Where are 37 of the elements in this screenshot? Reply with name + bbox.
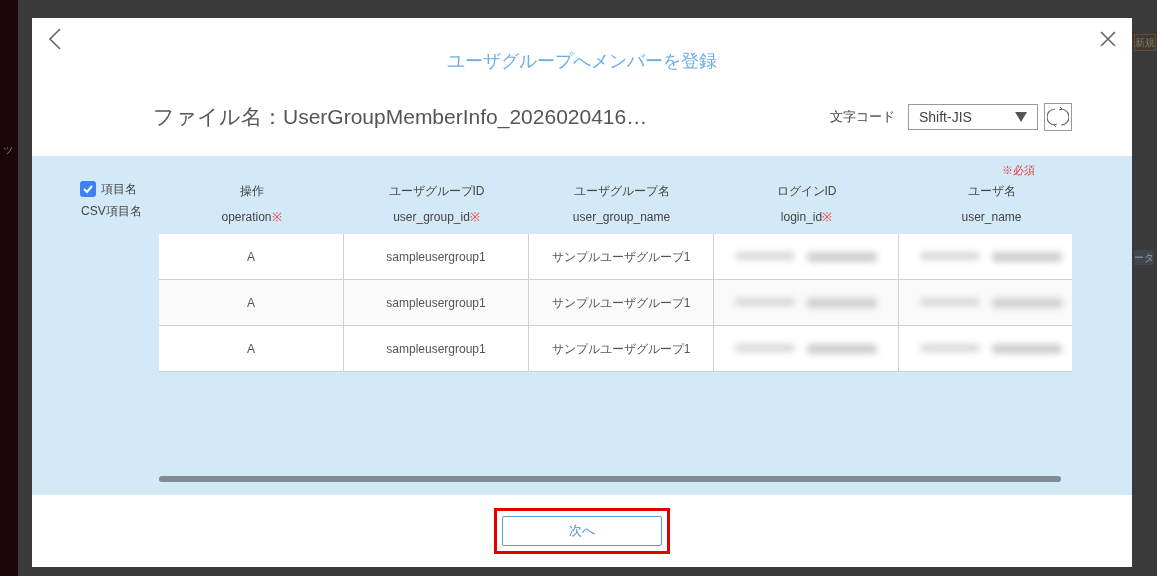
refresh-icon <box>1047 106 1069 128</box>
refresh-button[interactable] <box>1044 103 1072 131</box>
next-button[interactable]: 次へ <box>502 516 662 546</box>
column-name: ユーザグループID <box>388 183 485 200</box>
table-cell: A <box>159 326 344 372</box>
caret-icon <box>1015 112 1027 122</box>
close-icon[interactable] <box>1100 31 1116 47</box>
table-cell: A <box>159 234 344 280</box>
column-key: user_group_id※ <box>393 208 480 226</box>
column-name: ログインID <box>776 183 837 200</box>
table-cell: A <box>159 280 344 326</box>
column-key: user_name <box>961 208 1022 226</box>
column-key: login_id※ <box>780 208 833 226</box>
required-note: ※必須 <box>1002 163 1035 178</box>
table-cell: サンプルユーザグループ1 <box>529 280 714 326</box>
table-cell: sampleusergroup1 <box>344 234 529 280</box>
encoding-label: 文字コード <box>830 108 895 127</box>
scrollbar[interactable] <box>159 476 1061 482</box>
table-cell: サンプルユーザグループ1 <box>529 326 714 372</box>
background-text: ッ <box>2 141 14 158</box>
encoding-select[interactable]: Shift-JIS <box>908 104 1038 130</box>
background-text: ータ <box>1134 250 1154 265</box>
header-toggle-label: 項目名 <box>101 181 137 198</box>
csv-header-label: CSV項目名 <box>81 203 142 220</box>
column-key: operation※ <box>221 208 282 226</box>
dialog-title: ユーザグループへメンバーを登録 <box>447 49 717 73</box>
column-name: 操作 <box>239 183 264 200</box>
file-name: ファイル名：UserGroupMemberInfo_2026020416… <box>153 104 648 131</box>
background-text: 新規 <box>1134 34 1156 51</box>
table-cell: サンプルユーザグループ1 <box>529 234 714 280</box>
table-cell: sampleusergroup1 <box>344 326 529 372</box>
table-cell: sampleusergroup1 <box>344 280 529 326</box>
back-icon[interactable] <box>48 28 62 50</box>
column-name: ユーザグループ名 <box>573 183 670 200</box>
column-key: user_group_name <box>572 208 671 226</box>
checkbox[interactable] <box>80 181 96 197</box>
column-name: ユーザ名 <box>967 183 1016 200</box>
